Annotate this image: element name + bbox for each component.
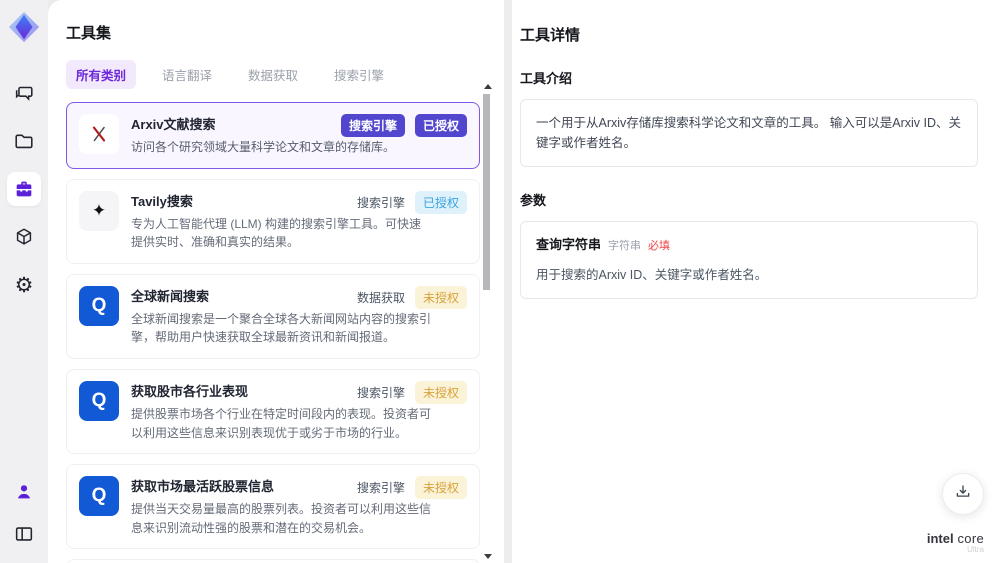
auth-status-badge: 已授权: [414, 114, 467, 137]
rail-bottom: [7, 475, 41, 551]
tool-card-active-stocks[interactable]: Q 获取市场最活跃股票信息 提供当天交易量最高的股票列表。投资者可以利用这些信息…: [66, 464, 480, 550]
news-search-logo-icon: Q: [79, 476, 119, 517]
sidebar-item-collapse[interactable]: [7, 517, 41, 551]
tool-card-regional-news[interactable]: 万维地区新闻查询 查询具体行政区划内的新闻，快速了解各地新闻动态 搜索引擎 未授…: [66, 559, 480, 563]
sidebar-item-toolbox[interactable]: [7, 172, 41, 206]
param-box: 查询字符串 字符串 必填 用于搜索的Arxiv ID、关键字或作者姓名。: [520, 221, 978, 299]
tab-translation[interactable]: 语言翻译: [152, 60, 222, 89]
badges: 搜索引擎 未授权: [356, 380, 467, 404]
badges: 数据获取 未授权: [356, 285, 467, 309]
sidebar-item-account[interactable]: [7, 475, 41, 509]
auth-status-badge: 已授权: [414, 190, 467, 214]
auth-status-badge: 未授权: [414, 285, 467, 309]
tool-card-arxiv[interactable]: Arxiv文献搜索 访问各个研究领域大量科学论文和文章的存储库。 搜索引擎 已授…: [66, 102, 480, 169]
panel-icon: [13, 523, 35, 545]
folder-icon: [13, 130, 35, 152]
tool-description: 提供股票市场各个行业在特定时间段内的表现。投资者可以利用这些信息来识别表现优于或…: [131, 406, 432, 440]
tavily-logo-icon: ✦: [79, 190, 119, 231]
left-rail: ⚙: [0, 0, 48, 563]
user-icon: [13, 481, 35, 503]
category-label: 数据获取: [356, 290, 405, 305]
tool-description: 全球新闻搜索是一个聚合全球各大新闻网站内容的搜索引擎，帮助用户快速获取全球最新资…: [131, 311, 432, 345]
arxiv-logo-icon: [79, 114, 119, 154]
app-window: ⚙ 工具集 所有类别 语言翻译 数据获取 搜索引擎 Arxiv文献搜索 访问各个…: [0, 0, 1000, 563]
brand-core: core: [953, 530, 984, 546]
scroll-up-arrow-icon[interactable]: [484, 84, 492, 89]
param-name: 查询字符串: [536, 237, 602, 252]
category-label: 搜索引擎: [356, 385, 405, 400]
tool-card-global-news[interactable]: Q 全球新闻搜索 全球新闻搜索是一个聚合全球各大新闻网站内容的搜索引擎，帮助用户…: [66, 273, 480, 359]
details-panel: 工具详情 工具介绍 一个用于从Arxiv存储库搜索科学论文和文章的工具。 输入可…: [512, 0, 1000, 563]
brand-sub: Ultra: [967, 545, 984, 555]
param-type: 字符串: [608, 240, 642, 252]
tab-all-categories[interactable]: 所有类别: [66, 60, 137, 89]
tool-description: 提供当天交易量最高的股票列表。投资者可以利用这些信息来识别流动性强的股票和潜在的…: [131, 502, 432, 535]
category-label: 搜索引擎: [356, 195, 405, 210]
details-title: 工具详情: [520, 27, 581, 44]
sidebar-item-chat[interactable]: [7, 76, 41, 110]
auth-status-badge: 未授权: [414, 476, 467, 500]
param-description: 用于搜索的Arxiv ID、关键字或作者姓名。: [536, 267, 768, 282]
tab-data-fetch[interactable]: 数据获取: [238, 60, 308, 89]
download-icon: [954, 483, 972, 506]
category-label: 搜索引擎: [356, 481, 405, 496]
brand-intel: intel: [926, 530, 954, 546]
news-search-logo-icon: Q: [79, 380, 119, 421]
gear-icon: ⚙: [14, 273, 34, 297]
rail-nav: ⚙: [7, 76, 41, 302]
panel-divider: [504, 0, 512, 563]
sidebar-item-settings[interactable]: ⚙: [7, 268, 41, 302]
news-search-logo-icon: Q: [79, 285, 119, 326]
badges: 搜索引擎 已授权: [356, 190, 467, 214]
tab-search-engine[interactable]: 搜索引擎: [324, 60, 394, 89]
badges: 搜索引擎 未授权: [356, 476, 467, 500]
tool-card-tavily[interactable]: ✦ Tavily搜索 专为人工智能代理 (LLM) 构建的搜索引擎工具。可快速提…: [66, 178, 480, 264]
toolbox-icon: [13, 178, 35, 200]
intel-core-logo: intel core Ultra: [926, 530, 984, 555]
scrollbar-thumb[interactable]: [483, 94, 490, 290]
category-tabs: 所有类别 语言翻译 数据获取 搜索引擎: [66, 60, 480, 89]
sidebar-item-files[interactable]: [7, 124, 41, 158]
badges: 搜索引擎 已授权: [340, 114, 467, 137]
category-badge: 搜索引擎: [340, 114, 405, 137]
auth-status-badge: 未授权: [414, 380, 467, 404]
main-area: 工具集 所有类别 语言翻译 数据获取 搜索引擎 Arxiv文献搜索 访问各个研究…: [48, 0, 1000, 563]
params-heading: 参数: [520, 193, 547, 208]
download-button[interactable]: [942, 473, 984, 515]
scroll-down-arrow-icon[interactable]: [484, 554, 492, 559]
intro-box: 一个用于从Arxiv存储库搜索科学论文和文章的工具。 输入可以是Arxiv ID…: [520, 99, 978, 167]
tool-description: 访问各个研究领域大量科学论文和文章的存储库。: [131, 140, 396, 154]
param-required-flag: 必填: [648, 240, 671, 252]
param-header: 查询字符串 字符串 必填: [536, 235, 962, 256]
tools-panel: 工具集 所有类别 语言翻译 数据获取 搜索引擎 Arxiv文献搜索 访问各个研究…: [48, 0, 504, 563]
cube-icon: [13, 226, 35, 248]
tool-description: 专为人工智能代理 (LLM) 构建的搜索引擎工具。可快速提供实时、准确和真实的结…: [131, 216, 422, 250]
page-title: 工具集: [66, 25, 112, 42]
sidebar-item-packages[interactable]: [7, 220, 41, 254]
app-logo-icon: [7, 10, 41, 44]
tool-list: Arxiv文献搜索 访问各个研究领域大量科学论文和文章的存储库。 搜索引擎 已授…: [66, 102, 480, 563]
list-scrollbar[interactable]: [483, 84, 492, 559]
chat-icon: [13, 82, 35, 104]
tool-card-sector-performance[interactable]: Q 获取股市各行业表现 提供股票市场各个行业在特定时间段内的表现。投资者可以利用…: [66, 368, 480, 455]
intro-heading: 工具介绍: [520, 71, 573, 86]
